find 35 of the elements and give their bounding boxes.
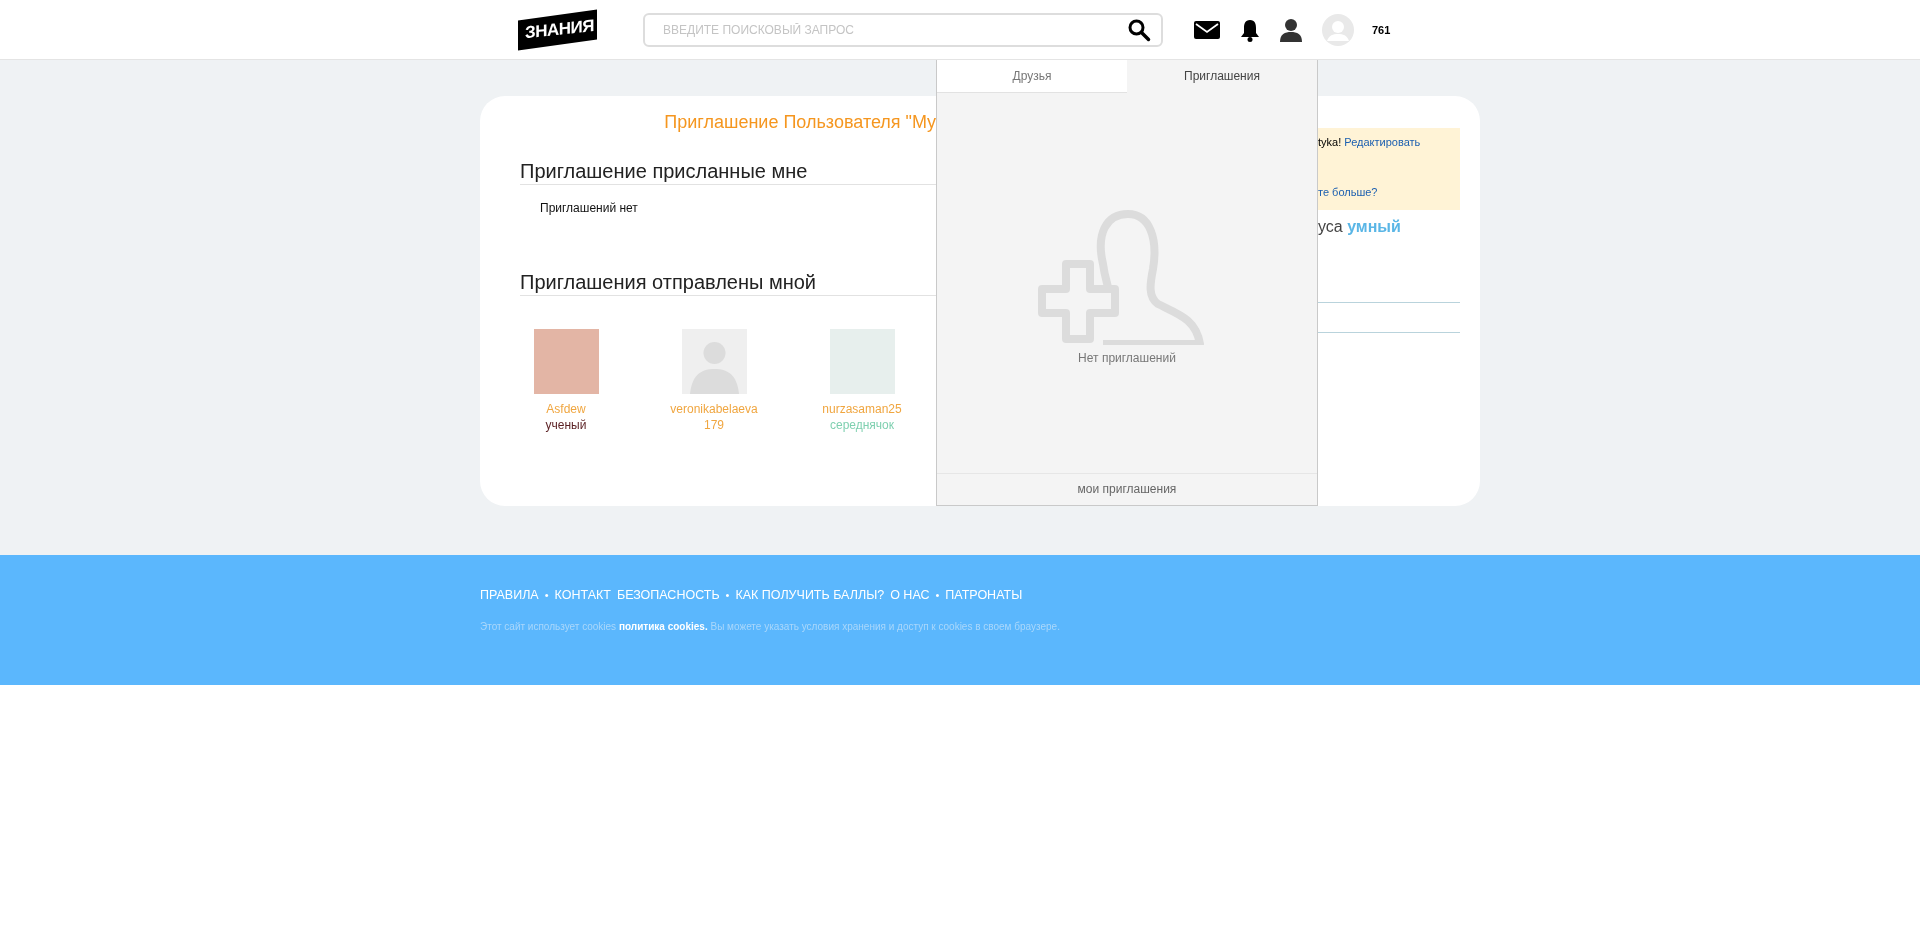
person-icon[interactable] [1280,18,1302,42]
add-person-icon [1038,209,1206,345]
bell-icon[interactable] [1240,18,1260,42]
user-rank: ученый [545,417,587,433]
edit-link[interactable]: Редактировать [1344,136,1421,148]
points-count: 761 [1372,24,1391,36]
user-rank: середнячок [829,417,895,433]
tab[interactable]: Друзья [937,60,1127,93]
search-icon[interactable] [1127,18,1151,42]
rank-text: уса умный [1318,218,1402,236]
cookie-policy-link[interactable]: политика cookies. [618,621,708,632]
more-link[interactable]: те больше? [1318,186,1378,198]
section-heading: Приглашения отправлены мной [520,271,936,296]
empty-message: Нет приглашений [1078,351,1176,365]
search-field[interactable]: ВВЕДИТЕ ПОИСКОВЫЙ ЗАПРОС [643,13,1163,47]
page-title: Приглашение Пользователя "My [663,112,936,133]
footer-link[interactable]: БЕЗОПАСНОСТЬ [616,588,720,602]
notice-text: tyka! Редактировать [1318,136,1422,148]
separator-dot: • [935,589,940,601]
footer-link[interactable]: О НАС [890,588,930,602]
user-name-link[interactable]: veronikabelaeva179 [668,401,760,433]
footer-link[interactable]: ПРАВИЛА [480,588,539,602]
site-logo[interactable]: ЗНАНИЯ [518,9,597,51]
user-name-link[interactable]: Asfdew [520,401,612,417]
footer-link[interactable]: КОНТАКТ [554,588,611,602]
cookie-notice: Этот сайт использует cookies политика cookies. Вы можете указать условия хранения и доступ к cookies в своем браузере. [480,621,1061,632]
footer-link[interactable]: КАК ПОЛУЧИТЬ БАЛЛЫ? [735,588,885,602]
separator-dot: • [725,589,730,601]
separator-dot: • [544,589,549,601]
my-invitations-link[interactable]: мои приглашения [937,473,1317,505]
footer-link[interactable]: ПАТРОНАТЫ [945,588,1023,602]
envelope-icon[interactable] [1194,21,1220,39]
section-heading: Приглашение присланные мне [520,160,936,185]
empty-message: Приглашений нет [540,201,639,215]
user-name-link[interactable]: nurzasaman25 [816,401,908,417]
